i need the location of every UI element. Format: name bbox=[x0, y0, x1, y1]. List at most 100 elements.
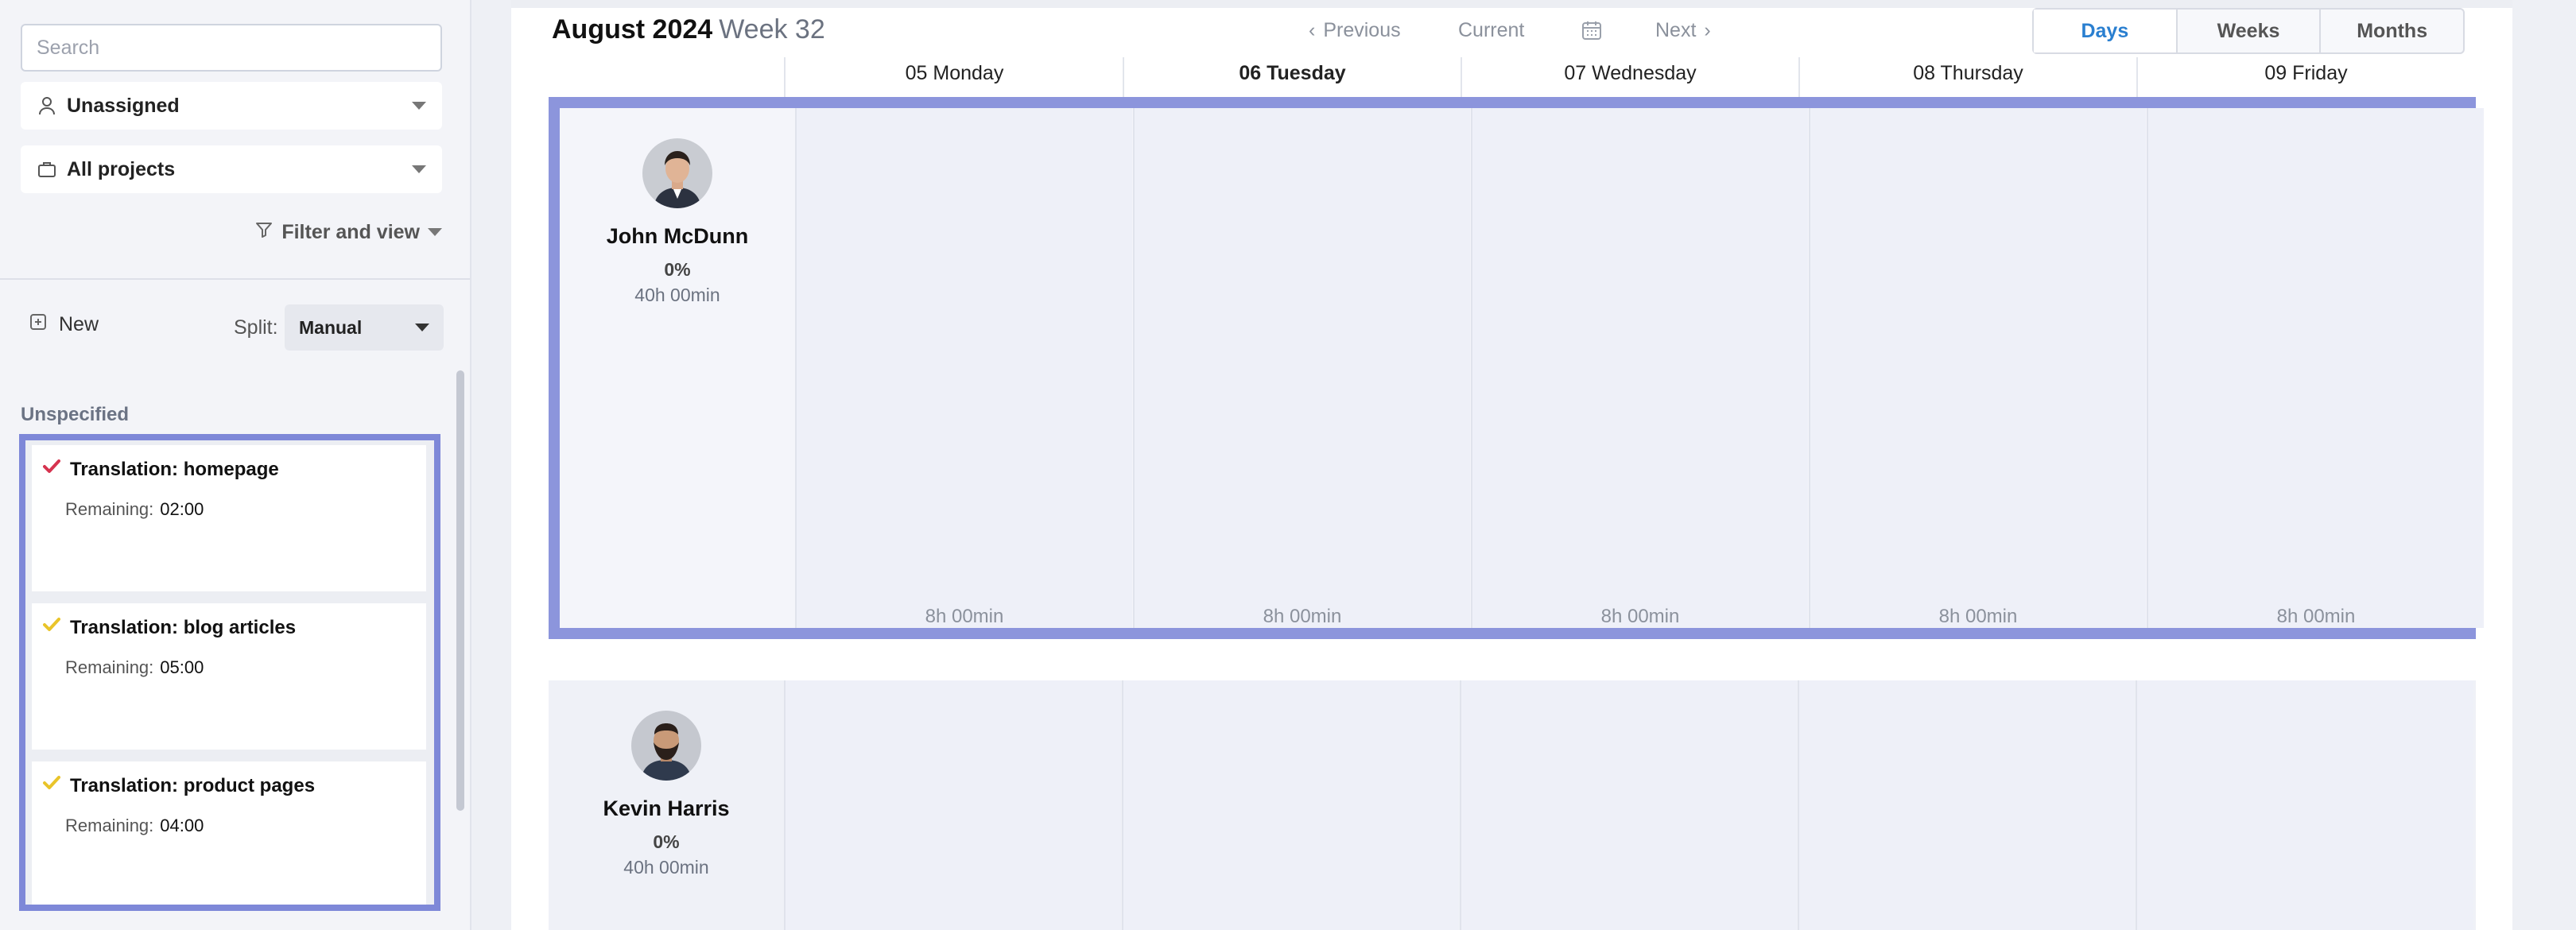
split-label: Split: bbox=[234, 316, 278, 339]
day-cell[interactable]: 8h 00min bbox=[795, 108, 1132, 628]
person-icon bbox=[37, 95, 57, 116]
day-cell[interactable]: 8h 00min bbox=[1133, 108, 1470, 628]
task-remaining: Remaining: 02:00 bbox=[65, 499, 204, 520]
new-button[interactable]: New bbox=[29, 312, 99, 337]
projects-dropdown-label: All projects bbox=[67, 157, 176, 180]
assignee-dropdown-label: Unassigned bbox=[67, 94, 180, 117]
plus-square-icon bbox=[29, 312, 48, 337]
split-value: Manual bbox=[299, 316, 363, 338]
day-cell[interactable] bbox=[784, 680, 1121, 930]
previous-label: Previous bbox=[1323, 19, 1401, 41]
week-label: Week 32 bbox=[719, 14, 825, 45]
day-hours: 8h 00min bbox=[1938, 606, 2018, 627]
check-icon bbox=[43, 774, 60, 797]
current-label: Current bbox=[1458, 19, 1525, 41]
new-label: New bbox=[59, 313, 99, 335]
sidebar-scrollbar[interactable] bbox=[456, 370, 464, 811]
day-cell[interactable]: 8h 00min bbox=[1471, 108, 1808, 628]
task-title-row: Translation: blog articles bbox=[43, 616, 296, 639]
task-card[interactable]: Translation: blog articles Remaining: 05:… bbox=[32, 603, 426, 750]
sidebar: Unassigned All projects Filter and view … bbox=[0, 0, 471, 930]
chevron-right-icon: › bbox=[1704, 19, 1711, 41]
view-weeks-button[interactable]: Weeks bbox=[2175, 10, 2320, 52]
view-toggle: Days Weeks Months bbox=[2032, 8, 2465, 54]
task-card[interactable]: Translation: homepage Remaining: 02:00 bbox=[32, 445, 426, 591]
remaining-value: 04:00 bbox=[160, 816, 204, 835]
person-row[interactable]: John McDunn 0% 40h 00min 8h 00min 8h 00m… bbox=[549, 97, 2484, 639]
split-select[interactable]: Manual bbox=[285, 304, 444, 351]
check-icon bbox=[43, 616, 60, 639]
briefcase-icon bbox=[37, 159, 57, 180]
day-hours: 8h 00min bbox=[2276, 606, 2356, 627]
task-title: Translation: product pages bbox=[70, 774, 316, 796]
task-card[interactable]: Translation: product pages Remaining: 04:… bbox=[32, 761, 426, 905]
month-title: August 2024 bbox=[552, 14, 713, 45]
utilization: 0% bbox=[653, 831, 680, 852]
task-group-label: Unspecified bbox=[21, 404, 130, 425]
chevron-left-icon: ‹ bbox=[1309, 19, 1316, 41]
person-name: Kevin Harris bbox=[603, 796, 730, 820]
day-header: 08 Thursday bbox=[1913, 62, 2023, 84]
filter-label: Filter and view bbox=[281, 220, 420, 243]
task-list: Translation: homepage Remaining: 02:00 Tr… bbox=[19, 434, 440, 911]
person-row[interactable]: Kevin Harris 0% 40h 00min bbox=[549, 680, 2476, 930]
remaining-label: Remaining: bbox=[65, 499, 154, 519]
day-hours: 8h 00min bbox=[1263, 606, 1342, 627]
person-name: John McDunn bbox=[606, 224, 749, 248]
task-title-row: Translation: homepage bbox=[43, 458, 279, 481]
view-days-button[interactable]: Days bbox=[2034, 10, 2176, 52]
day-cell[interactable]: 8h 00min bbox=[1809, 108, 2146, 628]
filter-and-view-button[interactable]: Filter and view bbox=[239, 216, 442, 248]
utilization: 0% bbox=[664, 259, 691, 280]
column-divider bbox=[784, 57, 786, 97]
remaining-label: Remaining: bbox=[65, 657, 154, 677]
column-divider bbox=[1123, 57, 1124, 97]
assignee-dropdown[interactable]: Unassigned bbox=[21, 82, 442, 130]
day-cell[interactable] bbox=[1122, 680, 1459, 930]
top-strip bbox=[511, 0, 2512, 8]
previous-button[interactable]: ‹ Previous bbox=[1309, 19, 1401, 42]
day-header-today: 06 Tuesday bbox=[1239, 62, 1346, 84]
person-info: John McDunn 0% 40h 00min bbox=[560, 108, 795, 628]
task-remaining: Remaining: 05:00 bbox=[65, 657, 204, 678]
calendar-icon[interactable] bbox=[1581, 19, 1603, 41]
page-title: August 2024 Week 32 bbox=[552, 14, 825, 45]
remaining-value: 05:00 bbox=[160, 657, 204, 677]
chevron-down-icon bbox=[412, 165, 426, 173]
chevron-down-icon bbox=[412, 102, 426, 110]
day-cell[interactable]: 8h 00min bbox=[2147, 108, 2484, 628]
avatar bbox=[631, 711, 701, 781]
view-months-button[interactable]: Months bbox=[2319, 10, 2463, 52]
column-divider bbox=[1798, 57, 1800, 97]
projects-dropdown[interactable]: All projects bbox=[21, 145, 442, 193]
next-label: Next bbox=[1655, 19, 1697, 41]
column-divider bbox=[2136, 57, 2138, 97]
check-icon bbox=[43, 458, 60, 481]
day-hours: 8h 00min bbox=[1600, 606, 1680, 627]
current-button[interactable]: Current bbox=[1458, 19, 1524, 42]
filter-icon bbox=[254, 220, 274, 245]
capacity: 40h 00min bbox=[623, 857, 709, 878]
capacity: 40h 00min bbox=[634, 285, 720, 305]
person-info: Kevin Harris 0% 40h 00min bbox=[549, 680, 784, 930]
day-header: 05 Monday bbox=[905, 62, 1004, 84]
next-button[interactable]: Next › bbox=[1655, 19, 1711, 42]
day-cell[interactable] bbox=[2136, 680, 2473, 930]
day-header: 07 Wednesday bbox=[1564, 62, 1697, 84]
task-title: Translation: blog articles bbox=[70, 616, 297, 638]
day-cell[interactable] bbox=[1798, 680, 2135, 930]
day-cell[interactable] bbox=[1460, 680, 1797, 930]
remaining-label: Remaining: bbox=[65, 816, 154, 835]
remaining-value: 02:00 bbox=[160, 499, 204, 519]
task-title: Translation: homepage bbox=[70, 458, 279, 480]
task-remaining: Remaining: 04:00 bbox=[65, 816, 204, 836]
task-title-row: Translation: product pages bbox=[43, 774, 315, 797]
day-hours: 8h 00min bbox=[925, 606, 1004, 627]
avatar bbox=[642, 138, 712, 208]
chevron-down-icon bbox=[428, 228, 442, 236]
column-divider bbox=[1461, 57, 1462, 97]
search-input[interactable] bbox=[21, 24, 442, 72]
day-header: 09 Friday bbox=[2264, 62, 2348, 84]
chevron-down-icon bbox=[415, 324, 429, 331]
sidebar-divider bbox=[0, 278, 470, 280]
